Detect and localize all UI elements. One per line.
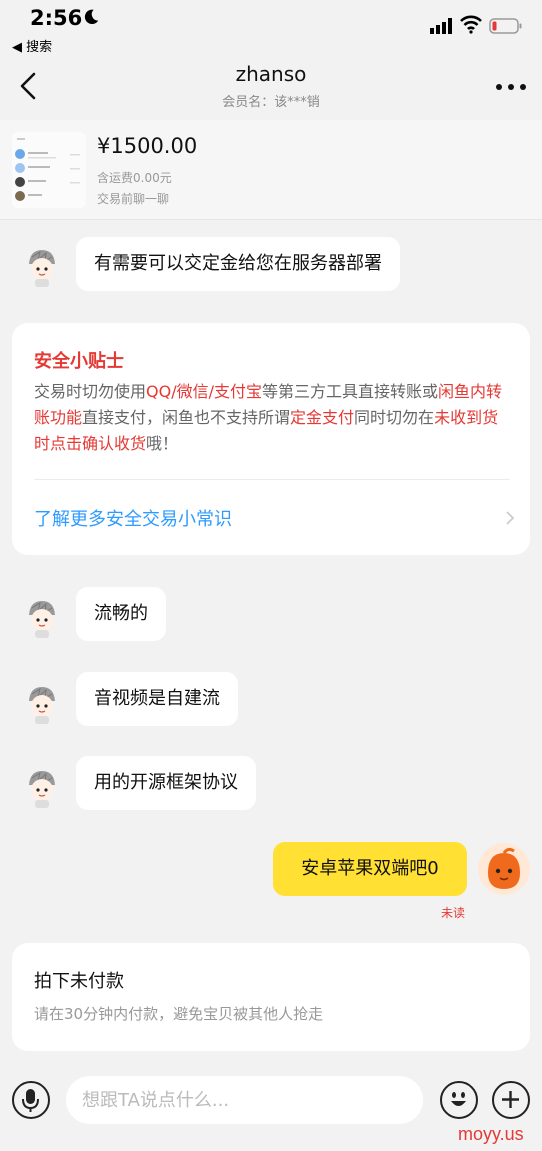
- partner-avatar[interactable]: [20, 595, 64, 639]
- shipping-fee: 含运费0.00元: [97, 171, 172, 185]
- safety-tips-body: 交易时切勿使用QQ/微信/支付宝等第三方工具直接转账或闲鱼内转账功能直接支付，闲…: [34, 379, 514, 457]
- trade-hint: 交易前聊一聊: [97, 192, 170, 206]
- read-status: 未读: [441, 906, 466, 920]
- emoji-button[interactable]: [440, 1081, 478, 1119]
- voice-button[interactable]: [12, 1081, 50, 1119]
- order-status-card[interactable]: 拍下未付款 请在30分钟内付款，避免宝贝被其他人抢走: [12, 943, 530, 1051]
- battery-low-icon: [489, 18, 522, 34]
- partner-avatar[interactable]: [20, 765, 64, 809]
- message-input[interactable]: [66, 1076, 423, 1124]
- more-options-icon[interactable]: [494, 80, 528, 94]
- learn-more-safety-link[interactable]: 了解更多安全交易小常识: [34, 505, 232, 531]
- chat-partner-name: zhanso: [235, 62, 307, 86]
- app-screenshot-thumbnail-image: [12, 132, 86, 208]
- plus-icon: [502, 1091, 519, 1108]
- product-thumbnail[interactable]: [12, 132, 86, 208]
- tips-text: 交易时切勿使用: [34, 382, 147, 401]
- safety-tips-card: 安全小贴士 交易时切勿使用QQ/微信/支付宝等第三方工具直接转账或闲鱼内转账功能…: [12, 323, 530, 555]
- moon-icon: [84, 9, 99, 25]
- chat-header: zhanso 会员名：该***销: [0, 60, 542, 120]
- tips-text: 等第三方工具直接转账或: [262, 382, 439, 401]
- chat-input-bar: [0, 1070, 542, 1130]
- signal-icon: [430, 18, 452, 34]
- tips-text: 直接支付，闲鱼也不支持所谓: [82, 408, 291, 427]
- message-bubble[interactable]: 用的开源框架协议: [76, 756, 256, 810]
- chevron-right-icon: [506, 511, 515, 525]
- microphone-icon: [22, 1089, 39, 1112]
- status-time: 2:56: [30, 6, 83, 30]
- partner-avatar[interactable]: [20, 244, 64, 288]
- watermark-text: moyy.us: [458, 1124, 524, 1144]
- status-bar: 2:56 ◀ 搜索: [0, 0, 542, 60]
- back-to-search-link[interactable]: ◀ 搜索: [12, 36, 52, 55]
- safety-tips-title: 安全小贴士: [34, 351, 124, 372]
- wifi-icon: [460, 15, 482, 34]
- more-actions-button[interactable]: [492, 1081, 530, 1119]
- product-price: ¥1500.00: [97, 134, 198, 158]
- member-name: 会员名：该***销: [222, 95, 320, 110]
- tips-highlight-text: QQ/微信/支付宝: [146, 382, 262, 401]
- partner-avatar[interactable]: [20, 681, 64, 725]
- tips-text: 哦！: [146, 434, 179, 453]
- order-status-title: 拍下未付款: [34, 971, 124, 992]
- message-bubble[interactable]: 流畅的: [76, 587, 166, 641]
- tips-highlight-text: 定金支付: [290, 408, 355, 427]
- divider: [34, 479, 510, 480]
- my-message-bubble[interactable]: 安卓苹果双端吧0: [273, 842, 467, 896]
- emoji-icon: [451, 1092, 466, 1106]
- my-avatar[interactable]: [478, 843, 530, 895]
- tips-text: 同时切勿在: [354, 408, 435, 427]
- message-bubble[interactable]: 有需要可以交定金给您在服务器部署: [76, 237, 400, 291]
- order-status-desc: 请在30分钟内付款，避免宝贝被其他人抢走: [34, 1005, 324, 1023]
- product-card[interactable]: ¥1500.00 含运费0.00元 交易前聊一聊: [0, 120, 542, 220]
- message-bubble[interactable]: 音视频是自建流: [76, 672, 238, 726]
